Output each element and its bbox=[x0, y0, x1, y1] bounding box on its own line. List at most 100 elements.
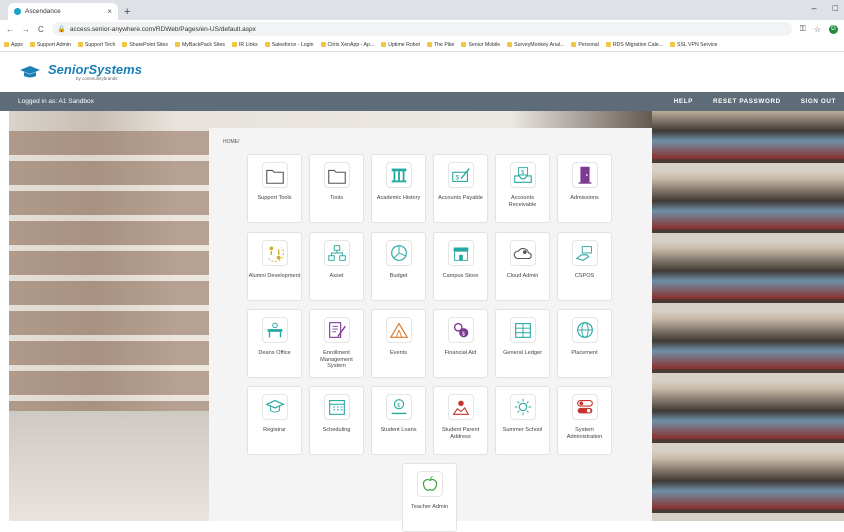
minimize-button[interactable]: – bbox=[812, 3, 817, 13]
app-tile-label: Admissions bbox=[570, 195, 599, 201]
bookmark-item[interactable]: Citrix XenApp - Ap... bbox=[320, 41, 375, 48]
new-tab-button[interactable]: + bbox=[124, 6, 130, 18]
bookmark-item[interactable]: Support Tech bbox=[77, 41, 116, 48]
bookmark-label: Citrix XenApp - Ap... bbox=[327, 41, 375, 48]
hand-card-icon bbox=[571, 240, 598, 266]
ledger-icon bbox=[509, 317, 536, 343]
user-bar: Logged in as: A1 Sandbox HELP RESET PASS… bbox=[0, 92, 844, 111]
bookmark-label: Uptime Robot bbox=[388, 41, 420, 48]
app-tile-summer-school[interactable]: Summer School bbox=[495, 386, 550, 455]
app-tile-student-parent-address[interactable]: Student Parent Address bbox=[433, 386, 488, 455]
bookmark-label: SharePoint Sites bbox=[129, 41, 168, 48]
bookmark-label: IR Links bbox=[238, 41, 258, 48]
app-tile-accounts-receivable[interactable]: $ Accounts Receivable bbox=[495, 154, 550, 223]
app-tile-deans-office[interactable]: Deans Office bbox=[247, 309, 302, 378]
bookmark-item[interactable]: SharePoint Sites bbox=[122, 42, 168, 48]
breadcrumb: HOME/ bbox=[223, 139, 240, 145]
app-tile-registrar[interactable]: Registrar bbox=[247, 386, 302, 455]
bookmark-item[interactable]: Senior Mobile bbox=[461, 42, 500, 48]
app-tile-financial-aid[interactable]: $ Financial Aid bbox=[433, 309, 488, 378]
bookmark-item[interactable]: Apps bbox=[4, 42, 23, 48]
app-tile-accounts-payable[interactable]: $ Accounts Payable bbox=[433, 154, 488, 223]
browser-tab[interactable]: Ascendance × bbox=[8, 3, 118, 20]
app-tile-student-loans[interactable]: $ Student Loans bbox=[371, 386, 426, 455]
app-tile-scheduling[interactable]: Scheduling bbox=[309, 386, 364, 455]
bookmark-folder-icon bbox=[426, 42, 432, 47]
app-tile-events[interactable]: Events bbox=[371, 309, 426, 378]
sun-icon bbox=[509, 394, 536, 420]
bookmark-label: Senior Mobile bbox=[468, 41, 501, 48]
bookmark-item[interactable]: Uptime Robot bbox=[381, 42, 420, 48]
bookmark-folder-icon bbox=[4, 42, 9, 47]
bookmark-label: Support Tech bbox=[84, 41, 116, 48]
app-tile-tools[interactable]: Tools bbox=[309, 154, 364, 223]
bookmark-item[interactable]: Support Admin bbox=[29, 42, 71, 48]
svg-text:$: $ bbox=[521, 170, 524, 176]
app-tile-campus-store[interactable]: Campus Store bbox=[433, 232, 488, 301]
app-tile-cspos[interactable]: CSPOS bbox=[557, 232, 612, 301]
bookmark-item[interactable]: RDS Migration Cale... bbox=[605, 42, 663, 48]
star-icon[interactable]: ☆ bbox=[814, 25, 821, 34]
app-tile-cloud-admin[interactable]: Cloud Admin bbox=[495, 232, 550, 301]
brand-name: SeniorSystems bbox=[48, 62, 142, 77]
bookmark-item[interactable]: SurveyMonkey Anal... bbox=[507, 42, 564, 48]
app-tile-asset[interactable]: Asset bbox=[309, 232, 364, 301]
bookmark-item[interactable]: IR Links bbox=[231, 41, 258, 48]
tab-title: Ascendance bbox=[25, 8, 61, 15]
calendar-icon bbox=[323, 394, 350, 420]
lock-icon: 🔒 bbox=[57, 26, 66, 33]
app-tile-label: Placement bbox=[571, 350, 598, 356]
app-tile-general-ledger[interactable]: General Ledger bbox=[495, 309, 550, 378]
bookmark-item[interactable]: MyBackPack Sites bbox=[174, 41, 225, 48]
app-tile-label: Financial Aid bbox=[444, 350, 477, 356]
back-icon[interactable]: ← bbox=[6, 25, 14, 34]
floor bbox=[9, 411, 209, 521]
tent-icon bbox=[385, 317, 412, 343]
app-tile-label: Academic History bbox=[376, 195, 421, 201]
sign-out-link[interactable]: SIGN OUT bbox=[801, 98, 836, 105]
maximize-button[interactable]: □ bbox=[833, 3, 838, 13]
bookmark-folder-icon bbox=[29, 42, 35, 47]
reset-password-link[interactable]: RESET PASSWORD bbox=[713, 98, 781, 105]
bookmark-folder-icon bbox=[571, 42, 577, 47]
app-tile-label: Scheduling bbox=[322, 427, 351, 433]
app-tile-support-tools[interactable]: Support Tools bbox=[247, 154, 302, 223]
reload-icon[interactable]: C bbox=[38, 25, 44, 34]
map-pin-icon bbox=[447, 394, 474, 420]
app-tile-alumni-development[interactable]: Alumni Development bbox=[247, 232, 302, 301]
app-tile-budget[interactable]: Budget bbox=[371, 232, 426, 301]
address-bar[interactable]: 🔒 access.senior-anywhere.com/RDWeb/Pages… bbox=[51, 22, 792, 36]
bookmark-item[interactable]: The Pike bbox=[426, 42, 454, 48]
bookmark-folder-icon bbox=[461, 42, 467, 47]
app-tile-label: System Administration bbox=[566, 427, 603, 440]
alumni-icon bbox=[261, 240, 288, 266]
window-controls: – □ bbox=[812, 3, 838, 13]
bookmark-item[interactable]: SSL VPN Service bbox=[669, 42, 717, 48]
folder-icon bbox=[323, 162, 350, 188]
app-tile-enrollment-management-system[interactable]: Enrollment Management System bbox=[309, 309, 364, 378]
app-tile-label: Deans Office bbox=[258, 350, 291, 356]
app-tile-system-administration[interactable]: System Administration bbox=[557, 386, 612, 455]
key-icon[interactable]: ⚿ bbox=[800, 24, 806, 34]
bookmark-folder-icon bbox=[669, 42, 675, 47]
app-tile-placement[interactable]: Placement bbox=[557, 309, 612, 378]
app-tile-academic-history[interactable]: Academic History bbox=[371, 154, 426, 223]
bookmark-label: Personal bbox=[578, 41, 599, 48]
profile-avatar[interactable]: G bbox=[829, 24, 838, 34]
app-tile-admissions[interactable]: Admissions bbox=[557, 154, 612, 223]
tab-close-icon[interactable]: × bbox=[107, 7, 112, 16]
bookmark-item[interactable]: Salesforce - Login bbox=[264, 42, 314, 48]
app-tile-label: CSPOS bbox=[574, 273, 595, 279]
cloud-user-icon bbox=[509, 240, 536, 266]
forward-icon[interactable]: → bbox=[22, 25, 30, 34]
help-link[interactable]: HELP bbox=[674, 98, 693, 105]
folder-icon bbox=[261, 162, 288, 188]
bookmark-item[interactable]: Personal bbox=[571, 41, 599, 48]
app-tile-teacher-admin[interactable]: Teacher Admin bbox=[402, 463, 457, 532]
app-tile-label: Budget bbox=[389, 273, 408, 279]
bookmark-label: SurveyMonkey Anal... bbox=[514, 41, 565, 48]
bookmark-label: MyBackPack Sites bbox=[181, 41, 225, 48]
coin-hand-icon: $ bbox=[385, 394, 412, 420]
bookmark-folder-icon bbox=[605, 42, 611, 47]
app-tile-label: Tools bbox=[329, 195, 344, 201]
